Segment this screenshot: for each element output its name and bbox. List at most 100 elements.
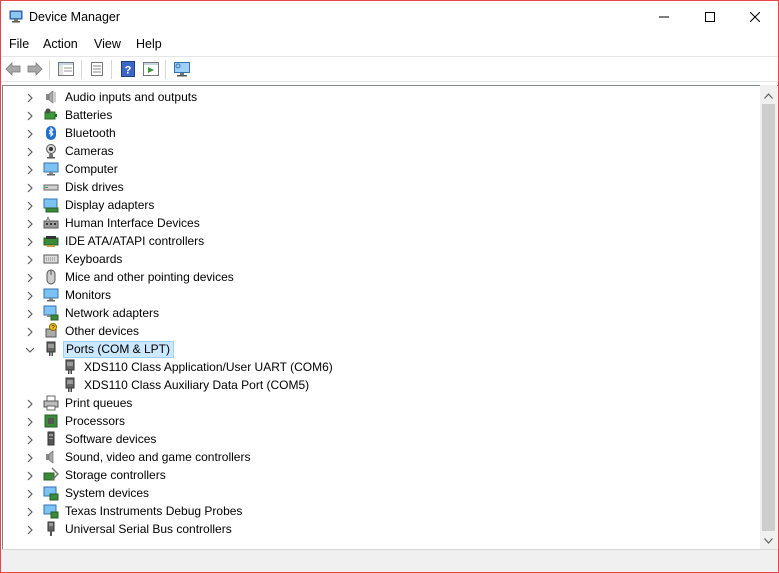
run-button[interactable] <box>142 60 160 78</box>
run-icon <box>143 62 159 76</box>
menu-help[interactable]: Help <box>136 37 162 51</box>
tree-category[interactable]: Cameras <box>3 142 760 160</box>
device-manager-app-icon <box>9 10 23 23</box>
tree-category[interactable]: Human Interface Devices <box>3 214 760 232</box>
expand-chevron[interactable] <box>25 308 35 319</box>
toolbar-separator <box>111 60 112 79</box>
expand-chevron[interactable] <box>25 200 35 211</box>
expand-chevron[interactable] <box>25 272 35 283</box>
chevron-right-icon <box>27 255 33 265</box>
forward-button[interactable] <box>26 60 44 78</box>
tree-category[interactable]: Keyboards <box>3 250 760 268</box>
close-button[interactable] <box>732 1 778 32</box>
menu-action[interactable]: Action <box>43 37 78 51</box>
keyboard-icon <box>43 251 59 267</box>
tree-category[interactable]: ? Other devices <box>3 322 760 340</box>
expand-chevron[interactable] <box>25 506 35 517</box>
chevron-up-icon <box>764 92 773 99</box>
expand-chevron[interactable] <box>25 110 35 121</box>
tree-category[interactable]: Storage controllers <box>3 466 760 484</box>
tree-category[interactable]: Ports (COM & LPT) <box>3 340 760 358</box>
tree-category[interactable]: Bluetooth <box>3 124 760 142</box>
expand-chevron[interactable] <box>25 326 35 337</box>
tree-category[interactable]: Disk drives <box>3 178 760 196</box>
title-bar[interactable]: Device Manager <box>1 1 778 33</box>
tree-category[interactable]: Software devices <box>3 430 760 448</box>
menu-bar: File Action View Help <box>1 33 778 55</box>
port-icon <box>62 359 78 375</box>
sound-icon <box>43 449 59 465</box>
disk-drive-icon <box>43 179 59 195</box>
expand-chevron[interactable] <box>25 434 35 445</box>
camera-icon <box>43 143 59 159</box>
chevron-right-icon <box>27 291 33 301</box>
tree-category[interactable]: Processors <box>3 412 760 430</box>
tree-category[interactable]: Sound, video and game controllers <box>3 448 760 466</box>
tree-category[interactable]: Monitors <box>3 286 760 304</box>
chevron-right-icon <box>27 201 33 211</box>
chevron-right-icon <box>27 471 33 481</box>
tree-item-label: Ports (COM & LPT) <box>63 341 175 358</box>
expand-chevron[interactable] <box>25 254 35 265</box>
tree-category[interactable]: Texas Instruments Debug Probes <box>3 502 760 520</box>
tree-category[interactable]: Universal Serial Bus controllers <box>3 520 760 538</box>
menu-view[interactable]: View <box>94 37 121 51</box>
tree-category[interactable]: Computer <box>3 160 760 178</box>
other-devices-icon: ? <box>43 323 59 339</box>
properties-button[interactable] <box>88 60 106 78</box>
maximize-button[interactable] <box>687 1 733 32</box>
help-button[interactable]: ? <box>119 60 137 78</box>
chevron-right-icon <box>27 525 33 535</box>
tree-item-label: Processors <box>65 414 126 428</box>
tree-category[interactable]: Batteries <box>3 106 760 124</box>
expand-chevron[interactable] <box>25 218 35 229</box>
tree-category[interactable]: Print queues <box>3 394 760 412</box>
expand-chevron[interactable] <box>25 452 35 463</box>
scan-hardware-button[interactable] <box>173 60 191 78</box>
hid-icon <box>43 215 59 231</box>
show-hide-tree-icon <box>58 62 74 76</box>
expand-chevron[interactable] <box>25 398 35 409</box>
expand-chevron[interactable] <box>25 164 35 175</box>
chevron-right-icon <box>27 417 33 427</box>
chevron-right-icon <box>27 183 33 193</box>
show-hide-tree-button[interactable] <box>57 60 75 78</box>
expand-chevron[interactable] <box>25 290 35 301</box>
expand-chevron[interactable] <box>25 416 35 427</box>
expand-chevron[interactable] <box>25 470 35 481</box>
scroll-thumb[interactable] <box>762 104 775 531</box>
tree-category[interactable]: Display adapters <box>3 196 760 214</box>
expand-chevron[interactable] <box>25 146 35 157</box>
device-tree[interactable]: Audio inputs and outputs Batteries Bluetoo… <box>2 85 778 549</box>
tree-device[interactable]: XDS110 Class Application/User UART (COM6… <box>3 358 760 376</box>
tree-device[interactable]: XDS110 Class Auxiliary Data Port (COM5) <box>3 376 760 394</box>
expand-chevron[interactable] <box>25 182 35 193</box>
expand-chevron[interactable] <box>25 488 35 499</box>
expand-chevron[interactable] <box>25 128 35 139</box>
chevron-right-icon <box>27 507 33 517</box>
minimize-button[interactable] <box>641 1 687 32</box>
vertical-scrollbar[interactable] <box>760 85 777 549</box>
speaker-icon <box>43 89 59 105</box>
tree-category[interactable]: Audio inputs and outputs <box>3 88 760 106</box>
expand-chevron[interactable] <box>25 524 35 535</box>
expand-chevron[interactable] <box>25 92 35 103</box>
storage-controller-icon <box>43 467 60 483</box>
tree-item-label: Computer <box>65 162 118 176</box>
menu-file[interactable]: File <box>9 37 29 51</box>
tree-item-label: Disk drives <box>65 180 124 194</box>
expand-chevron[interactable] <box>25 236 35 247</box>
network-adapter-icon <box>43 305 59 321</box>
tree-category[interactable]: IDE ATA/ATAPI controllers <box>3 232 760 250</box>
scroll-down-button[interactable] <box>760 532 777 549</box>
tree-category[interactable]: System devices <box>3 484 760 502</box>
chevron-right-icon <box>27 93 33 103</box>
back-button[interactable] <box>4 60 22 78</box>
tree-category[interactable]: Mice and other pointing devices <box>3 268 760 286</box>
port-icon <box>43 341 59 357</box>
debug-probe-icon <box>43 503 59 519</box>
collapse-chevron[interactable] <box>25 344 35 354</box>
tree-category[interactable]: Network adapters <box>3 304 760 322</box>
scroll-up-button[interactable] <box>760 87 777 104</box>
tree-item-label: XDS110 Class Auxiliary Data Port (COM5) <box>84 378 310 392</box>
